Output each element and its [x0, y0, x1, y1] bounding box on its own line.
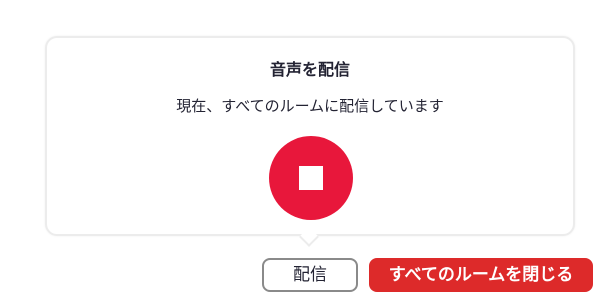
broadcast-panel: 音声を配信 現在、すべてのルームに配信しています 配信 すべてのルームを閉じる [0, 0, 598, 301]
popover-message: 現在、すべてのルームに配信しています [176, 97, 444, 115]
close-all-rooms-button[interactable]: すべてのルームを閉じる [369, 258, 593, 292]
broadcast-audio-popover: 音声を配信 現在、すべてのルームに配信しています [45, 36, 575, 236]
stop-broadcast-button[interactable] [269, 136, 353, 220]
stop-icon [299, 166, 323, 190]
popover-title: 音声を配信 [269, 60, 350, 79]
broadcast-button[interactable]: 配信 [262, 258, 358, 292]
